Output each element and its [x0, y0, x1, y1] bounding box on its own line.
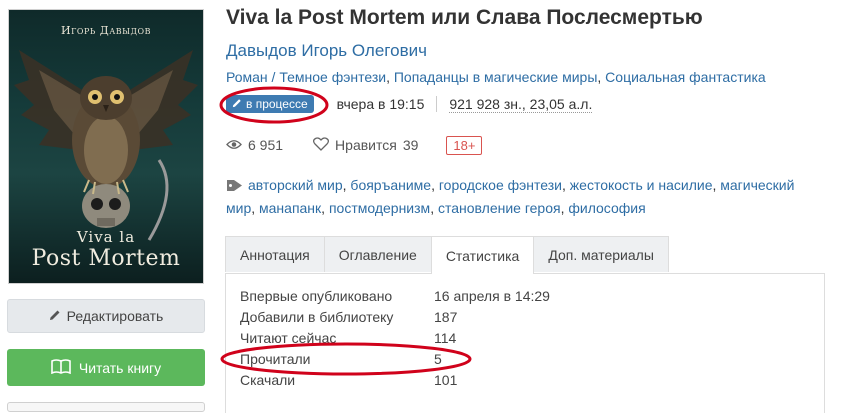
- cover-author: Игорь Давыдов: [61, 24, 151, 37]
- heart-icon: [313, 136, 330, 154]
- stat-value: 101: [434, 372, 458, 388]
- book-cover[interactable]: Игорь Давыдов Viva la Post Mortem: [9, 10, 203, 283]
- status-row: в процессе вчера в 19:15 921 928 зн., 23…: [226, 93, 593, 115]
- stat-label: Впервые опубликовано: [240, 288, 393, 304]
- tag-link[interactable]: городское фэнтези: [439, 177, 562, 193]
- stat-value: 16 апреля в 14:29: [434, 288, 550, 304]
- stat-row: Впервые опубликовано 16 апреля в 14:29: [240, 288, 550, 304]
- genre-list: Роман / Темное фэнтези, Попаданцы в маги…: [226, 69, 766, 85]
- stat-value: 187: [434, 309, 458, 325]
- book-title: Viva la Post Mortem или Слава Послесмерт…: [226, 6, 703, 29]
- tab-contents[interactable]: Оглавление: [323, 236, 432, 272]
- stat-label: Скачали: [240, 372, 296, 388]
- open-book-icon: [51, 358, 71, 377]
- edit-button[interactable]: Редактировать: [7, 299, 205, 333]
- divider: [436, 96, 438, 112]
- pencil-icon: [49, 308, 61, 324]
- author-link[interactable]: Давыдов Игорь Олегович: [226, 41, 427, 61]
- stat-label: Читают сейчас: [240, 330, 337, 346]
- stat-row: Читают сейчас 114: [240, 330, 456, 346]
- stat-value: 5: [434, 351, 442, 367]
- counters-row: 6 951 Нравится 39 18+: [226, 134, 483, 156]
- likes-label: Нравится: [335, 137, 397, 153]
- stat-label: Прочитали: [240, 351, 311, 367]
- tag-link[interactable]: бояръаниме: [350, 177, 431, 193]
- age-rating-badge: 18+: [446, 135, 483, 155]
- tag-link[interactable]: авторский мир: [248, 177, 343, 193]
- tag-link[interactable]: постмодернизм: [329, 200, 430, 216]
- status-badge: в процессе: [226, 95, 314, 113]
- stat-row: Добавили в библиотеку 187: [240, 309, 457, 325]
- stat-label: Добавили в библиотеку: [240, 309, 394, 325]
- tab-bar: Аннотация Оглавление Статистика Доп. мат…: [225, 236, 825, 274]
- eye-icon: [226, 137, 242, 153]
- genre-link[interactable]: Попаданцы в магические миры: [394, 69, 598, 85]
- book-size: 921 928 зн., 23,05 а.л.: [449, 95, 593, 113]
- cover-title-line1: Viva la: [76, 228, 136, 246]
- partial-button[interactable]: [7, 402, 205, 412]
- tag-link[interactable]: манапанк: [259, 200, 321, 216]
- updated-time: вчера в 19:15: [336, 96, 425, 112]
- stat-value: 114: [434, 330, 457, 346]
- tag-list: авторский мир, бояръаниме, городское фэн…: [226, 177, 795, 216]
- genre-link[interactable]: Роман / Темное фэнтези: [226, 69, 386, 85]
- tag-icon: [226, 177, 243, 198]
- tag-link[interactable]: становление героя: [438, 200, 561, 216]
- likes-count: 39: [402, 137, 419, 153]
- tag-link[interactable]: жестокость и насилие: [570, 177, 713, 193]
- pencil-icon: [232, 97, 242, 111]
- tab-statistics[interactable]: Статистика: [430, 236, 535, 274]
- genre-link[interactable]: Социальная фантастика: [605, 69, 766, 85]
- read-book-label: Читать книгу: [78, 359, 162, 376]
- views-counter: 6 951: [226, 137, 283, 153]
- cover-title-line2: Post Mortem: [31, 246, 181, 271]
- stat-row: Скачали 101: [240, 372, 457, 388]
- read-book-button[interactable]: Читать книгу: [7, 349, 205, 386]
- tab-annotation[interactable]: Аннотация: [225, 236, 325, 272]
- stat-row: Прочитали 5: [240, 351, 442, 367]
- edit-button-label: Редактировать: [66, 308, 164, 324]
- likes-button[interactable]: Нравится 39: [313, 136, 419, 154]
- status-badge-label: в процессе: [246, 97, 308, 111]
- tab-extra-materials[interactable]: Доп. материалы: [533, 236, 669, 272]
- tag-link[interactable]: философия: [568, 200, 645, 216]
- views-count: 6 951: [248, 137, 284, 153]
